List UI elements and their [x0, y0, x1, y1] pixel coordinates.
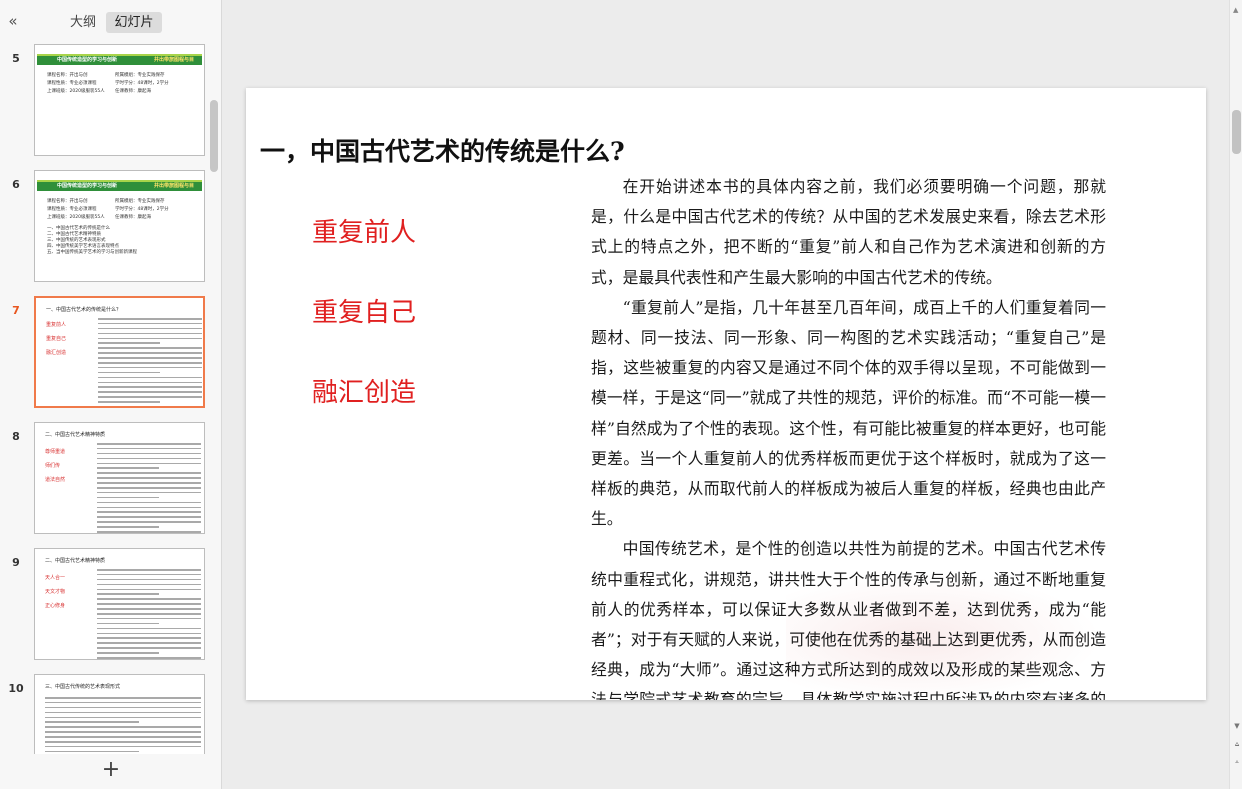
thumbnail-header-bar: 中国传统造型的学习与创新 并出带旅图程与目	[37, 180, 202, 191]
thumbnail-keywords: 重复前人 重复自己 融汇创造	[46, 322, 67, 356]
collapse-panel-button[interactable]: «	[4, 11, 22, 31]
body-paragraph: 在开始讲述本书的具体内容之前，我们必须要明确一个问题，那就是，什么是中国古代艺术…	[591, 177, 1106, 287]
plus-icon: +	[101, 757, 121, 782]
next-page-icon[interactable]: ⩡	[1232, 758, 1242, 767]
current-slide[interactable]: 一，中国古代艺术的传统是什么? 重复前人 重复自己 融汇创造 在开始讲述本书的具…	[246, 88, 1206, 700]
slide-number: 6	[12, 178, 20, 191]
slide-number: 7	[12, 304, 20, 317]
slide-thumbnail[interactable]: 中国传统造型的学习与创新 并出带旅图程与目课程名称：开出与创 所属模组：专业实践保存…	[34, 170, 205, 282]
body-paragraph: “重复前人”是指，几十年甚至几百年间，成百上千的人们重复着同一题材、同一技法、同…	[591, 297, 1106, 529]
slide-thumbnail[interactable]: 二、中国古代艺术精神特质天人合一 天文才物 正心修身	[34, 548, 205, 660]
thumbnail-header-left: 中国传统造型的学习与创新	[57, 183, 118, 189]
slide-thumbnail[interactable]: 一、中国古代艺术的传统是什么？ 重复前人 重复自己 融汇创造	[34, 296, 205, 408]
slide-thumbnail[interactable]: 中国传统造型的学习与创新 并出带旅图程与目课程名称：开出与创 所属模组：专业实践保存…	[34, 44, 205, 156]
body-paragraph: 中国传统艺术，是个性的创造以共性为前提的艺术。中国古代艺术传统中重程式化，讲规范…	[591, 539, 1106, 700]
slide-thumbnail-row[interactable]: 10 三、中国古代传统的艺术表现形式	[0, 674, 210, 754]
double-chevron-left-icon: «	[8, 12, 18, 30]
slide-number: 10	[8, 682, 24, 695]
thumbnail-text-lines	[97, 569, 201, 659]
slide-thumbnail-row[interactable]: 9 二、中国古代艺术精神特质天人合一 天文才物 正心修身	[0, 548, 210, 660]
add-slide-button[interactable]: +	[101, 758, 121, 782]
slide-number: 5	[12, 52, 20, 65]
thumbnail-text-lines	[98, 318, 202, 406]
thumbnail-text-lines	[45, 697, 201, 754]
slide-thumbnail-row[interactable]: 8 二、中国古代艺术精神特质尊师重道 师们传 道法自然	[0, 422, 210, 534]
slide-thumbnail-row[interactable]: 7 一、中国古代艺术的传统是什么？ 重复前人 重复自己 融汇创造	[0, 296, 210, 408]
scroll-up-arrow-icon[interactable]: ▲	[1233, 6, 1238, 14]
slide-number: 9	[12, 556, 20, 569]
keyword-repeat-predecessors[interactable]: 重复前人	[312, 212, 416, 249]
vertical-scrollbar[interactable]: ▲ ▼ ⩠ ⩡	[1229, 0, 1242, 789]
thumbnail-title: 二、中国古代艺术精神特质	[45, 432, 106, 438]
thumbnail-scrollbar[interactable]	[210, 100, 218, 172]
scroll-down-arrow-icon[interactable]: ▼	[1232, 722, 1242, 731]
slide-thumbnail[interactable]: 二、中国古代艺术精神特质尊师重道 师们传 道法自然	[34, 422, 205, 534]
slide-thumbnail-row[interactable]: 5 中国传统造型的学习与创新 并出带旅图程与目课程名称：开出与创 所属模组：专业实践保…	[0, 44, 210, 156]
thumbnail-header-right: 并出带旅图程与目	[153, 57, 194, 63]
keyword-repeat-self[interactable]: 重复自己	[312, 292, 416, 329]
thumbnail-course-info: 课程名称：开出与创 所属模组：专业实践保存 课程性质：专业必须课程 学时学分：48课时…	[47, 199, 169, 220]
thumbnail-title: 二、中国古代艺术精神特质	[45, 558, 106, 564]
thumbnail-header-right: 并出带旅图程与目	[153, 183, 194, 189]
thumbnail-keywords: 尊师重道 师们传 道法自然	[45, 449, 66, 483]
slide-navigation-panel: « 大纲 幻灯片 5 中国传统造型的学习与创新 并出带旅图程与目 课程名称：开出与创所…	[0, 0, 222, 789]
thumbnail-outline-list: 一、中国古代艺术的传统是什么 二、中国古代艺术精神特质 三、中国传统的艺术表现形式四…	[47, 226, 137, 255]
slide-title[interactable]: 一，中国古代艺术的传统是什么?	[260, 132, 625, 168]
thumbnail-text-lines	[97, 443, 201, 533]
thumbnail-title: 一、中国古代艺术的传统是什么？	[46, 307, 122, 313]
thumbnail-title: 三、中国古代传统的艺术表现形式	[45, 684, 121, 690]
previous-page-icon[interactable]: ⩠	[1232, 740, 1242, 749]
slide-body-text[interactable]: 在开始讲述本书的具体内容之前，我们必须要明确一个问题，那就是，什么是中国古代艺术…	[591, 172, 1106, 700]
thumbnail-header-bar: 中国传统造型的学习与创新 并出带旅图程与目	[37, 54, 202, 65]
slide-number: 8	[12, 430, 20, 443]
keyword-fusion-creation[interactable]: 融汇创造	[312, 372, 416, 409]
thumbnail-course-info: 课程名称：开出与创 所属模组：专业实践保存 课程性质：专业必须课程 学时学分：48课时…	[47, 73, 169, 94]
slide-thumbnail-row[interactable]: 6 中国传统造型的学习与创新 并出带旅图程与目课程名称：开出与创 所属模组：专业实践保…	[0, 170, 210, 282]
tab-outline[interactable]: 大纲	[63, 12, 103, 33]
scrollbar-thumb[interactable]	[1232, 110, 1241, 154]
tab-slides[interactable]: 幻灯片	[106, 12, 162, 33]
slide-thumbnail-list[interactable]: 5 中国传统造型的学习与创新 并出带旅图程与目 课程名称：开出与创 所属模组：专业实践保…	[0, 44, 210, 754]
slide-editing-canvas: 一，中国古代艺术的传统是什么? 重复前人 重复自己 融汇创造 在开始讲述本书的具…	[223, 0, 1229, 789]
thumbnail-keywords: 天人合一 天文才物 正心修身	[45, 575, 66, 609]
thumbnail-header-left: 中国传统造型的学习与创新	[57, 57, 118, 63]
slide-thumbnail[interactable]: 三、中国古代传统的艺术表现形式	[34, 674, 205, 754]
